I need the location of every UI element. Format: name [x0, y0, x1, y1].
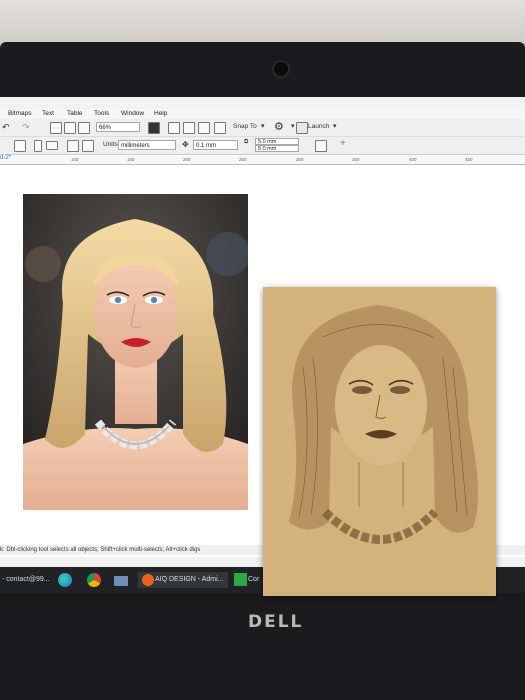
standard-toolbar: ↶ ↷ 66% Snap To ▾ ⚙ ▾ Launch ▾ [0, 119, 525, 137]
show-grid-button[interactable] [183, 122, 195, 134]
ruler-tick-label: 100 [71, 157, 79, 162]
menu-text[interactable]: Text [42, 110, 54, 117]
add-icon[interactable]: + [340, 138, 346, 149]
coreldraw-icon [234, 573, 247, 586]
menu-help[interactable]: Help [154, 110, 167, 117]
engraved-portrait-illustration [263, 287, 496, 596]
all-pages-button[interactable] [67, 140, 79, 152]
menu-bar: Bitmaps Text Table Tools Window Help [0, 109, 525, 119]
show-guides-button[interactable] [198, 122, 210, 134]
portrait-photo[interactable] [23, 194, 248, 510]
ruler-tick-label: 350 [352, 157, 360, 162]
duplicate-y-field[interactable]: 5.0 mm [255, 145, 299, 152]
export-button[interactable] [64, 122, 76, 134]
gear-icon[interactable]: ⚙ [274, 120, 284, 133]
launch-chevron-down-icon[interactable]: ▾ [333, 122, 337, 130]
document-tab[interactable]: d-2* [0, 155, 30, 164]
portrait-button[interactable] [34, 140, 42, 152]
menu-tools[interactable]: Tools [94, 110, 109, 117]
firefox-icon [142, 574, 154, 586]
ruler-tick-label: 400 [409, 157, 417, 162]
redo-icon[interactable]: ↷ [22, 122, 30, 133]
snap-chevron-down-icon[interactable]: ▾ [261, 122, 265, 130]
ruler-tick-label: 300 [296, 157, 304, 162]
dell-logo: DELL [248, 612, 304, 632]
menu-window[interactable]: Window [121, 110, 144, 117]
horizontal-ruler: 100 150 200 250 300 350 400 450 [0, 155, 525, 165]
nudge-distance-field[interactable]: 0.1 mm [193, 140, 238, 150]
publish-pdf-button[interactable] [78, 122, 90, 134]
ruler-tick-label: 250 [239, 157, 247, 162]
show-rulers-button[interactable] [168, 122, 180, 134]
duplicate-x-field[interactable]: 5.0 mm [255, 138, 299, 145]
launch-button[interactable]: Launch [308, 123, 329, 130]
wall-background [0, 0, 525, 45]
zoom-level-field[interactable]: 66% [96, 122, 140, 132]
undo-icon[interactable]: ↶ [2, 122, 10, 133]
launch-icon[interactable] [296, 122, 308, 134]
ruler-tick-label: 150 [127, 157, 135, 162]
file-explorer-icon[interactable] [114, 576, 128, 586]
ruler-tick-label: 450 [465, 157, 473, 162]
duplicate-distance-icon: ⧉ [244, 139, 249, 145]
treat-as-filled-button[interactable] [315, 140, 327, 152]
options-chevron-down-icon[interactable]: ▾ [291, 122, 295, 130]
ruler-tick-label: 200 [183, 157, 191, 162]
landscape-button[interactable] [46, 141, 58, 150]
import-button[interactable] [50, 122, 62, 134]
snap-to-dropdown[interactable]: Snap To [233, 123, 257, 130]
taskbar-contact-window[interactable]: - contact@99... [2, 572, 50, 588]
taskbar-cor-label: Cor [248, 576, 260, 583]
menu-table[interactable]: Table [67, 110, 83, 117]
webcam-icon [272, 60, 290, 78]
snap-off-button[interactable] [214, 122, 226, 134]
portrait-photo-illustration [23, 194, 248, 510]
taskbar-aiq-label: AIQ DESIGN - Admi... [155, 576, 224, 583]
laser-engraved-wood-board [263, 287, 496, 596]
menu-bitmaps[interactable]: Bitmaps [8, 110, 31, 117]
chrome-browser-icon[interactable] [87, 573, 101, 587]
full-screen-button[interactable] [148, 122, 160, 134]
property-bar: Units: millimeters ✥ 0.1 mm ⧉ 5.0 mm 5.0… [0, 137, 525, 155]
nudge-icon: ✥ [182, 140, 189, 149]
units-select[interactable]: millimeters [118, 140, 176, 150]
page-layout-icon[interactable] [14, 140, 26, 152]
edge-browser-icon[interactable] [58, 573, 72, 587]
current-page-button[interactable] [82, 140, 94, 152]
